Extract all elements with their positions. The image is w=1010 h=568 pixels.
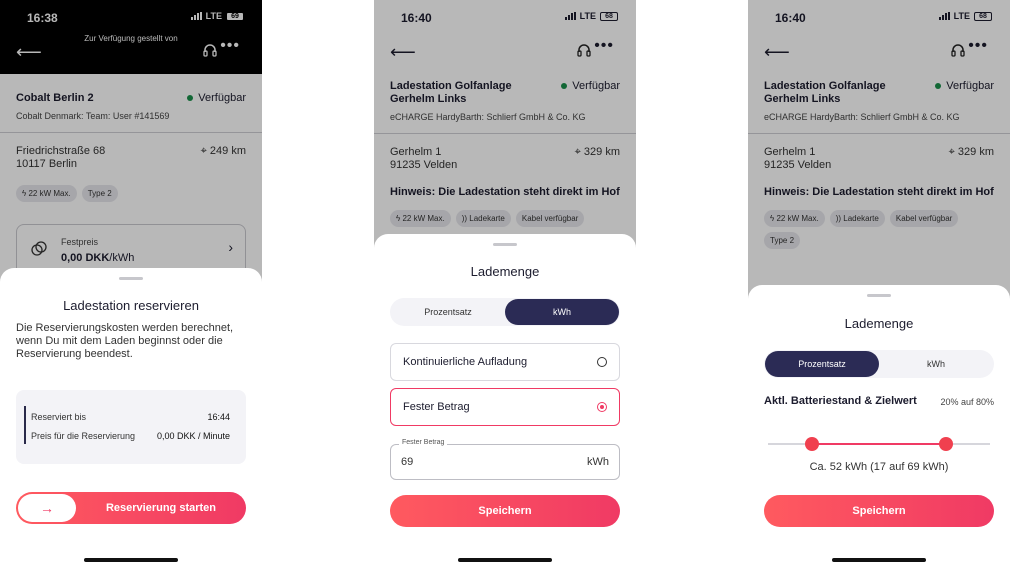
battery-range-label: Aktl. Batteriestand & Zielwert: [764, 395, 917, 407]
screenshot-collage: 16:38 LTE 69 ⟵ Zur Verfügung gestellt vo…: [0, 0, 1010, 568]
sheet-title: Lademenge: [470, 264, 540, 279]
radio-fixed[interactable]: [597, 402, 607, 412]
tab-kwh[interactable]: kWh: [879, 351, 993, 377]
unit-segmented-control: Prozentsatz kWh: [390, 298, 620, 326]
reservation-description: Die Reservierungskosten werden berechnet…: [16, 322, 234, 360]
charge-amount-sheet: Lademenge Prozentsatz kWh Kontinuierlich…: [374, 234, 636, 568]
reservation-summary: Reserviert bis 16:44 Preis für die Reser…: [16, 390, 246, 464]
reserved-until-value: 16:44: [207, 412, 230, 422]
tab-percentage[interactable]: Prozentsatz: [765, 351, 879, 377]
slider-fill: [812, 443, 946, 445]
reservation-sheet: Ladestation reservieren Die Reservierung…: [0, 268, 262, 568]
tab-kwh[interactable]: kWh: [505, 299, 619, 325]
unit-segmented-control: Prozentsatz kWh: [764, 350, 994, 378]
option-fixed-amount[interactable]: Fester Betrag: [390, 388, 620, 426]
option-continuous-label: Kontinuierliche Aufladung: [403, 356, 528, 368]
sheet-grabber[interactable]: [493, 243, 517, 246]
reservation-price-label: Preis für die Reservierung: [31, 431, 136, 441]
phone-screen-charge-amount-percent: 16:40 LTE 68 ⟵ ••• Ladestation Golfanlag…: [748, 0, 1010, 568]
home-indicator: [84, 558, 178, 562]
sheet-grabber[interactable]: [119, 277, 143, 280]
phone-screen-reservation: 16:38 LTE 69 ⟵ Zur Verfügung gestellt vo…: [0, 0, 262, 568]
save-button[interactable]: Speichern: [764, 495, 994, 527]
battery-range-value: 20% auf 80%: [940, 397, 994, 407]
reservation-price-value: 0,00 DKK / Minute: [156, 431, 230, 441]
slider-thumb-end[interactable]: [938, 437, 953, 451]
battery-range-slider[interactable]: [768, 437, 990, 451]
option-fixed-label: Fester Betrag: [403, 401, 470, 413]
sheet-title: Ladestation reservieren: [63, 298, 199, 313]
slider-thumb-start[interactable]: [805, 437, 820, 451]
radio-continuous[interactable]: [597, 357, 607, 367]
summary-accent-bar: [24, 406, 26, 444]
start-reservation-label: Reservierung starten: [105, 502, 217, 514]
charge-estimate: Ca. 52 kWh (17 auf 69 kWh): [809, 461, 949, 473]
reserved-until-label: Reserviert bis: [31, 412, 87, 422]
tab-percentage[interactable]: Prozentsatz: [391, 299, 505, 325]
fixed-amount-field[interactable]: Fester Betrag 69 kWh: [390, 439, 620, 480]
sheet-grabber[interactable]: [867, 294, 891, 297]
sheet-title: Lademenge: [844, 316, 914, 331]
arrow-right-icon[interactable]: →: [18, 494, 76, 522]
fixed-amount-value[interactable]: 69: [401, 456, 413, 468]
phone-screen-charge-amount-kwh: 16:40 LTE 68 ⟵ ••• Ladestation Golfanlag…: [374, 0, 636, 568]
start-reservation-slider[interactable]: → Reservierung starten: [16, 492, 246, 524]
reservation-price-row: Preis für die Reservierung 0,00 DKK / Mi…: [31, 431, 230, 441]
home-indicator: [458, 558, 552, 562]
fixed-amount-label: Fester Betrag: [399, 439, 448, 446]
home-indicator: [832, 558, 926, 562]
fixed-amount-unit: kWh: [587, 456, 609, 468]
charge-amount-sheet: Lademenge Prozentsatz kWh Aktl. Batterie…: [748, 285, 1010, 568]
save-button[interactable]: Speichern: [390, 495, 620, 527]
option-continuous[interactable]: Kontinuierliche Aufladung: [390, 343, 620, 381]
reserved-until-row: Reserviert bis 16:44: [31, 412, 230, 422]
